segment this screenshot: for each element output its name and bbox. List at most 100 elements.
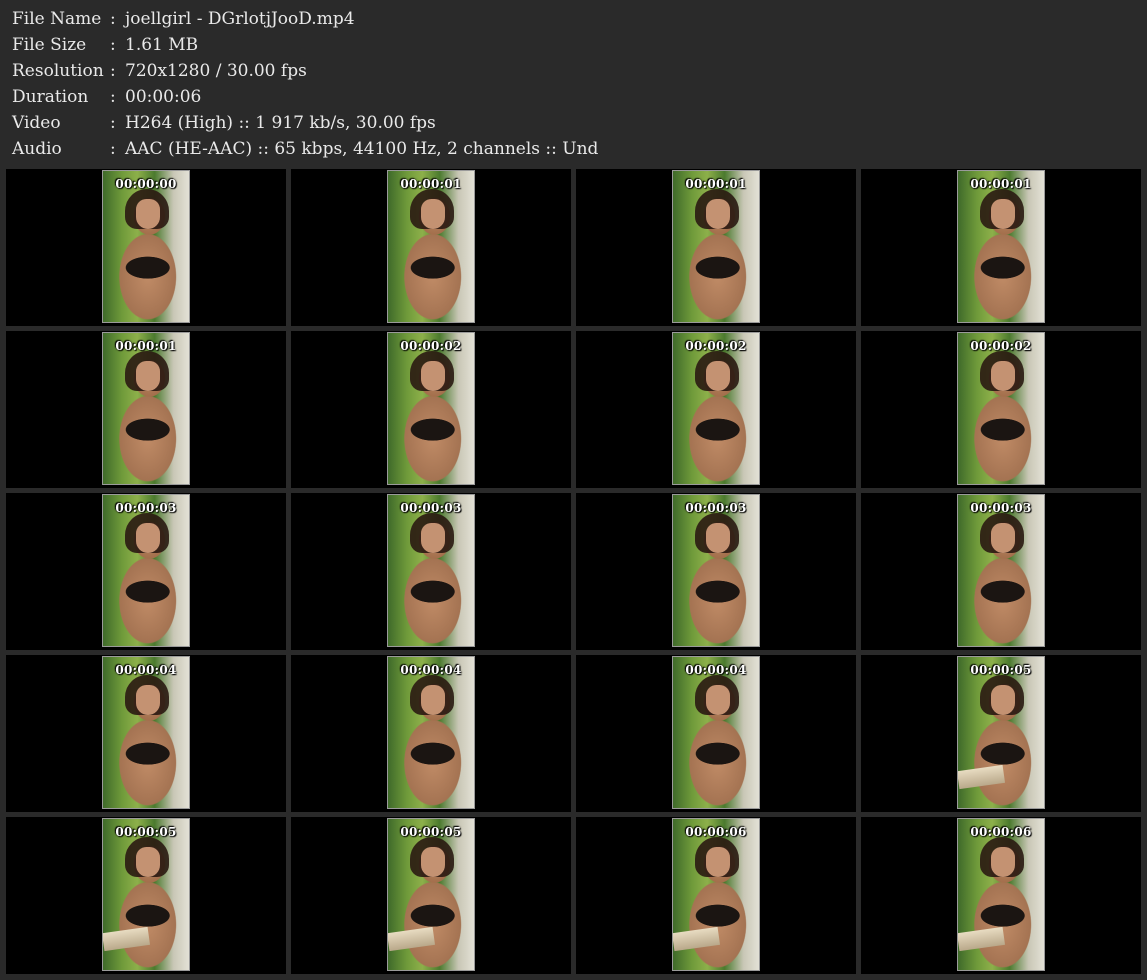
frame-timestamp: 00:00:02 xyxy=(400,339,462,353)
frame-timestamp: 00:00:03 xyxy=(970,501,1032,515)
thumbnail-cell[interactable]: 00:00:04 xyxy=(576,655,856,812)
video-frame-thumbnail: 00:00:00 xyxy=(102,170,190,323)
video-frame-thumbnail: 00:00:01 xyxy=(957,170,1045,323)
info-value: 1.61 MB xyxy=(125,35,199,55)
video-frame-thumbnail: 00:00:05 xyxy=(957,656,1045,809)
frame-timestamp: 00:00:01 xyxy=(115,339,177,353)
thumbnail-cell[interactable]: 00:00:04 xyxy=(6,655,286,812)
frame-figure-face xyxy=(421,199,445,229)
thumbnail-cell[interactable]: 00:00:03 xyxy=(291,493,571,650)
info-separator: : xyxy=(110,35,116,55)
frame-book xyxy=(673,926,721,952)
thumbnail-cell[interactable]: 00:00:01 xyxy=(576,169,856,326)
info-separator: : xyxy=(110,9,116,29)
frame-timestamp: 00:00:01 xyxy=(685,177,747,191)
frame-figure-face xyxy=(706,685,730,715)
video-frame-thumbnail: 00:00:06 xyxy=(672,818,760,971)
frame-timestamp: 00:00:01 xyxy=(970,177,1032,191)
frame-figure-face xyxy=(136,361,160,391)
thumbnail-cell[interactable]: 00:00:01 xyxy=(291,169,571,326)
thumbnail-grid: 00:00:00 00:00:01 00:00:01 00:00:01 00:00:01… xyxy=(6,169,1141,974)
info-label: Resolution xyxy=(12,61,104,81)
frame-timestamp: 00:00:03 xyxy=(400,501,462,515)
frame-figure-face xyxy=(706,523,730,553)
thumbnail-cell[interactable]: 00:00:01 xyxy=(6,331,286,488)
frame-timestamp: 00:00:05 xyxy=(970,663,1032,677)
frame-figure-face xyxy=(136,199,160,229)
frame-book xyxy=(958,764,1006,790)
frame-timestamp: 00:00:06 xyxy=(970,825,1032,839)
frame-figure-face xyxy=(136,847,160,877)
thumbnail-cell[interactable]: 00:00:03 xyxy=(576,493,856,650)
frame-book xyxy=(388,926,436,952)
frame-figure-face xyxy=(991,847,1015,877)
file-info-panel: File Name : joellgirl - DGrlotjJooD.mp4 … xyxy=(12,6,1132,162)
info-separator: : xyxy=(110,113,116,133)
thumbnail-cell[interactable]: 00:00:03 xyxy=(6,493,286,650)
video-frame-thumbnail: 00:00:05 xyxy=(102,818,190,971)
video-frame-thumbnail: 00:00:03 xyxy=(102,494,190,647)
frame-timestamp: 00:00:03 xyxy=(685,501,747,515)
frame-timestamp: 00:00:05 xyxy=(400,825,462,839)
frame-figure-face xyxy=(991,361,1015,391)
thumbnail-cell[interactable]: 00:00:06 xyxy=(576,817,856,974)
video-frame-thumbnail: 00:00:04 xyxy=(387,656,475,809)
frame-figure-face xyxy=(706,199,730,229)
thumbnail-cell[interactable]: 00:00:02 xyxy=(861,331,1141,488)
frame-figure-face xyxy=(991,523,1015,553)
thumbnail-cell[interactable]: 00:00:02 xyxy=(291,331,571,488)
frame-timestamp: 00:00:02 xyxy=(970,339,1032,353)
info-label: File Size xyxy=(12,35,87,55)
info-row-file-size: File Size : 1.61 MB xyxy=(12,32,1132,58)
video-frame-thumbnail: 00:00:01 xyxy=(672,170,760,323)
video-frame-thumbnail: 00:00:05 xyxy=(387,818,475,971)
frame-timestamp: 00:00:02 xyxy=(685,339,747,353)
info-separator: : xyxy=(110,139,116,159)
video-frame-thumbnail: 00:00:03 xyxy=(387,494,475,647)
info-value: joellgirl - DGrlotjJooD.mp4 xyxy=(125,9,355,29)
frame-figure-face xyxy=(706,847,730,877)
video-frame-thumbnail: 00:00:02 xyxy=(672,332,760,485)
info-value: 00:00:06 xyxy=(125,87,202,107)
frame-figure-face xyxy=(136,685,160,715)
video-frame-thumbnail: 00:00:03 xyxy=(957,494,1045,647)
video-frame-thumbnail: 00:00:01 xyxy=(102,332,190,485)
thumbnail-cell[interactable]: 00:00:04 xyxy=(291,655,571,812)
video-frame-thumbnail: 00:00:02 xyxy=(387,332,475,485)
frame-book xyxy=(103,926,151,952)
info-label: Duration xyxy=(12,87,89,107)
frame-timestamp: 00:00:04 xyxy=(685,663,747,677)
thumbnail-cell[interactable]: 00:00:06 xyxy=(861,817,1141,974)
info-value: AAC (HE-AAC) :: 65 kbps, 44100 Hz, 2 cha… xyxy=(125,139,599,159)
info-value: 720x1280 / 30.00 fps xyxy=(125,61,307,81)
video-frame-thumbnail: 00:00:06 xyxy=(957,818,1045,971)
video-frame-thumbnail: 00:00:01 xyxy=(387,170,475,323)
thumbnail-cell[interactable]: 00:00:05 xyxy=(291,817,571,974)
video-frame-thumbnail: 00:00:03 xyxy=(672,494,760,647)
thumbnail-cell[interactable]: 00:00:03 xyxy=(861,493,1141,650)
info-separator: : xyxy=(110,61,116,81)
frame-figure-face xyxy=(421,361,445,391)
frame-figure-face xyxy=(421,685,445,715)
frame-figure-face xyxy=(991,685,1015,715)
thumbnail-cell[interactable]: 00:00:01 xyxy=(861,169,1141,326)
frame-timestamp: 00:00:00 xyxy=(115,177,177,191)
frame-figure-face xyxy=(421,523,445,553)
frame-timestamp: 00:00:04 xyxy=(400,663,462,677)
video-frame-thumbnail: 00:00:04 xyxy=(102,656,190,809)
frame-figure-face xyxy=(991,199,1015,229)
thumbnail-cell[interactable]: 00:00:05 xyxy=(6,817,286,974)
frame-book xyxy=(958,926,1006,952)
frame-timestamp: 00:00:04 xyxy=(115,663,177,677)
info-row-file-name: File Name : joellgirl - DGrlotjJooD.mp4 xyxy=(12,6,1132,32)
thumbnail-cell[interactable]: 00:00:05 xyxy=(861,655,1141,812)
info-label: File Name xyxy=(12,9,102,29)
thumbnail-cell[interactable]: 00:00:00 xyxy=(6,169,286,326)
frame-figure-face xyxy=(136,523,160,553)
info-label: Audio xyxy=(12,139,62,159)
thumbnail-cell[interactable]: 00:00:02 xyxy=(576,331,856,488)
video-frame-thumbnail: 00:00:02 xyxy=(957,332,1045,485)
info-row-video: Video : H264 (High) :: 1 917 kb/s, 30.00… xyxy=(12,110,1132,136)
frame-figure-face xyxy=(706,361,730,391)
info-row-resolution: Resolution : 720x1280 / 30.00 fps xyxy=(12,58,1132,84)
